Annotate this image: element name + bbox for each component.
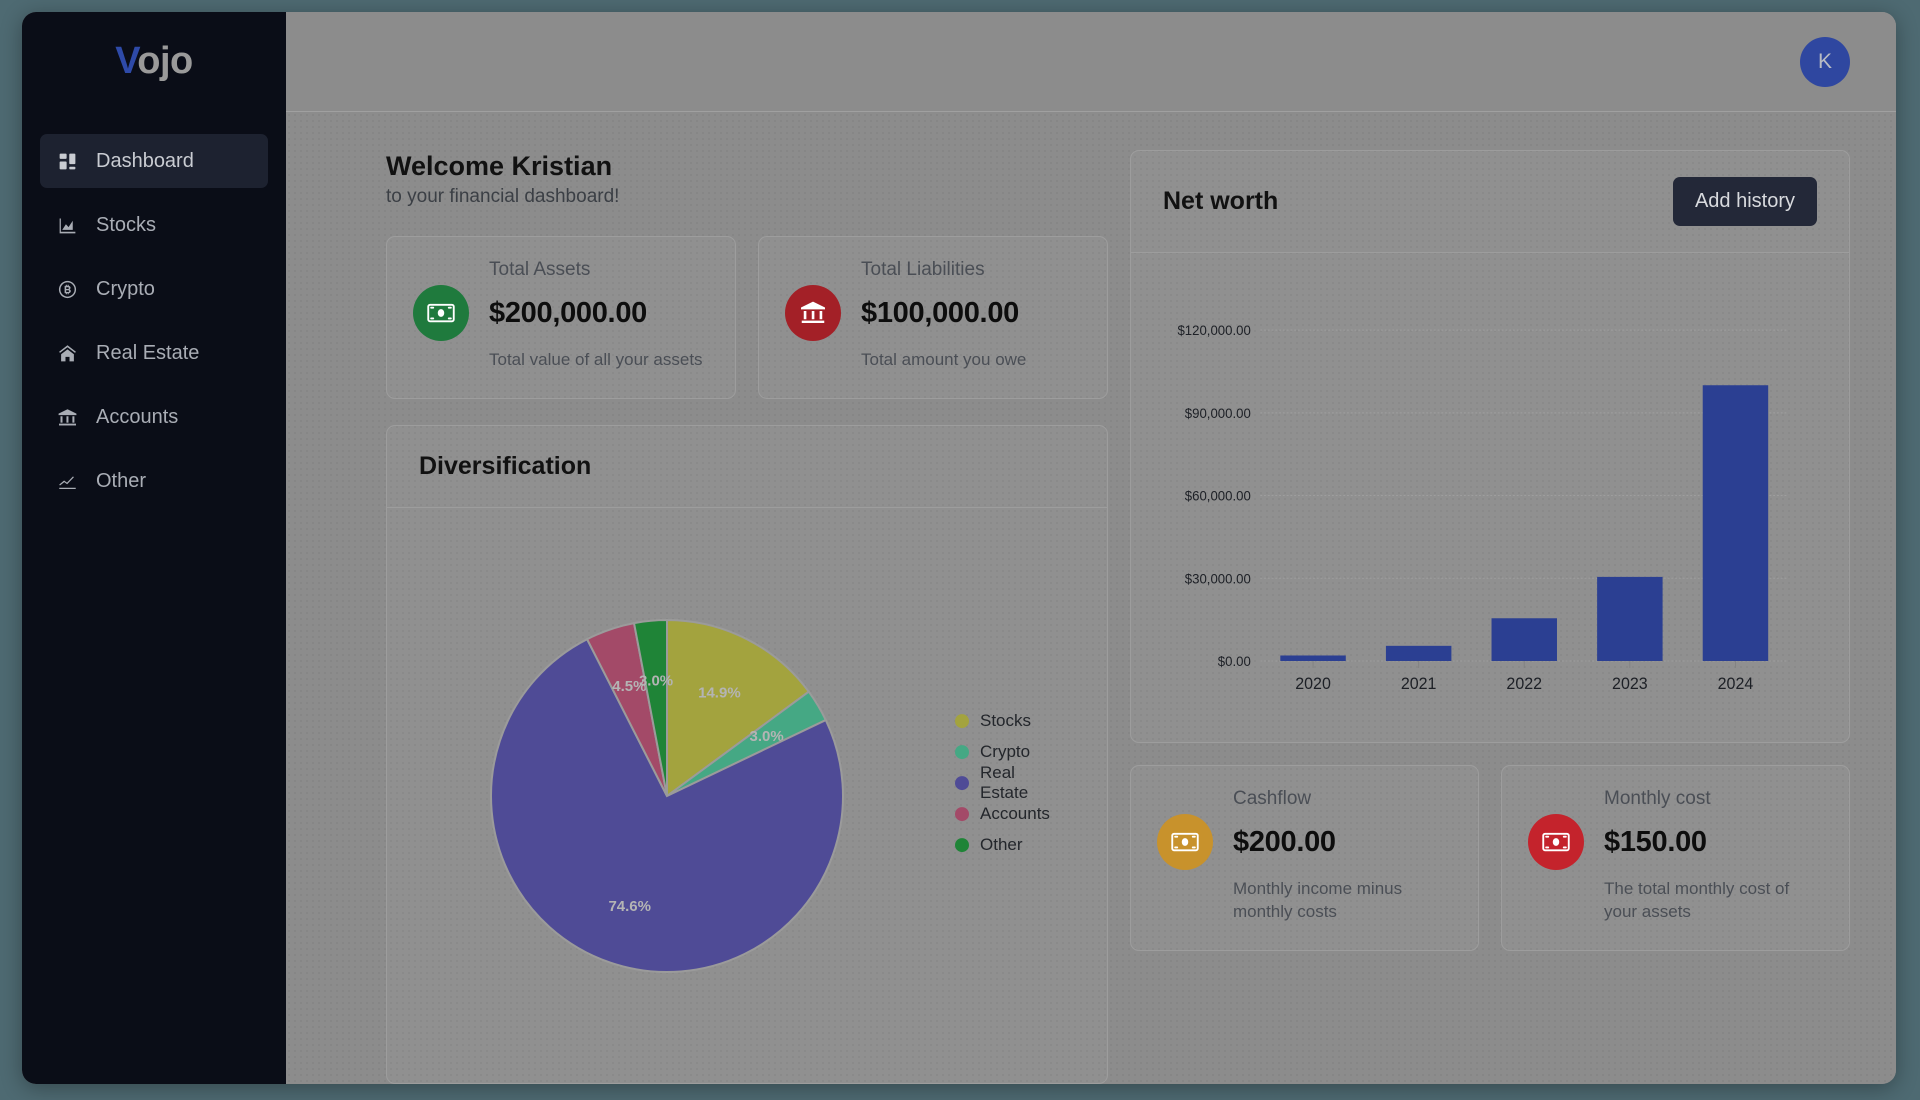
left-column: Welcome Kristian to your financial dashb…	[386, 150, 1108, 1084]
legend-swatch	[955, 714, 969, 729]
sidebar-nav: Dashboard Stocks Crypto Real Estate Accounts…	[22, 134, 286, 518]
sidebar-item-accounts[interactable]: Accounts	[40, 390, 268, 444]
y-axis-tick-label: $0.00	[1218, 654, 1251, 669]
money-icon	[1528, 814, 1584, 870]
stat-title: Monthly cost	[1604, 788, 1711, 809]
legend-label: Other	[980, 835, 1023, 855]
sidebar-item-label: Real Estate	[96, 341, 200, 364]
stat-value: $100,000.00	[861, 296, 1019, 329]
y-axis-tick-label: $30,000.00	[1185, 571, 1251, 586]
grid-icon	[56, 150, 78, 172]
home-icon	[56, 342, 78, 364]
legend-swatch	[955, 776, 969, 791]
page-title: Welcome Kristian	[386, 151, 613, 181]
sidebar-item-real-estate[interactable]: Real Estate	[40, 326, 268, 380]
app-logo: Vojo	[22, 42, 286, 112]
networth-card: Net worth Add history $0.00 $30,000.00 $60…	[1130, 150, 1850, 743]
money-icon	[413, 285, 469, 342]
pie-slice-label: 3.0%	[639, 672, 673, 689]
pie-chart: 14.9%3.0%74.6%4.5%3.0%	[490, 618, 844, 973]
avatar[interactable]: K	[1800, 36, 1850, 87]
stat-title: Cashflow	[1233, 788, 1312, 809]
sidebar-item-label: Crypto	[96, 277, 155, 300]
bottom-stat-row: Cashflow $200.00 Monthly income minus mont…	[1130, 765, 1850, 951]
area-chart-icon	[56, 214, 78, 236]
legend-item: Real Estate	[955, 763, 1050, 802]
main-region: K Welcome Kristian to your financial das…	[286, 12, 1896, 1084]
stat-value: $200.00	[1233, 825, 1336, 858]
x-axis-tick-label: 2023	[1612, 674, 1648, 694]
diversification-card: Diversification 14.9% 3.0% 74.6% 4.5% 3.0% S…	[386, 425, 1108, 1084]
pie-slice-label: 74.6%	[608, 898, 651, 915]
app-window: Vojo Dashboard Stocks Crypto Real Estate Acc…	[22, 12, 1896, 1084]
bar-chart: $0.00 $30,000.00 $60,000.00 $90,000.00 $120,…	[1177, 323, 1789, 694]
legend-item: Other	[955, 830, 1050, 861]
legend-label: Real Estate	[980, 763, 1029, 803]
stat-title: Total Liabilities	[861, 259, 985, 281]
bar[interactable]	[1280, 655, 1346, 661]
bar[interactable]	[1597, 576, 1663, 661]
sidebar: Vojo Dashboard Stocks Crypto Real Estate Acc…	[22, 12, 286, 1084]
bank-icon	[785, 285, 841, 342]
diversification-header: Diversification	[387, 426, 1107, 509]
logo-accent-letter: V	[115, 40, 138, 82]
legend-label: Crypto	[980, 742, 1031, 762]
sidebar-item-other[interactable]: Other	[40, 454, 268, 508]
stat-card-cashflow: Cashflow $200.00 Monthly income minus mont…	[1130, 765, 1479, 951]
top-bar: K	[286, 12, 1896, 112]
stat-card-total-assets: Total Assets $200,000.00 Total value of al…	[386, 236, 736, 400]
stat-card-monthly-cost: Monthly cost $150.00 The total monthly cos…	[1501, 765, 1850, 951]
networth-chart-area: $0.00 $30,000.00 $60,000.00 $90,000.00 $120,…	[1131, 253, 1849, 742]
sidebar-item-label: Stocks	[96, 213, 157, 236]
sidebar-item-label: Other	[96, 469, 147, 492]
legend-swatch	[955, 745, 969, 760]
bitcoin-icon	[56, 278, 78, 300]
legend-label: Accounts	[980, 804, 1050, 824]
legend-item: Stocks	[955, 706, 1050, 737]
money-icon	[1157, 814, 1213, 870]
diversification-chart: 14.9% 3.0% 74.6% 4.5% 3.0% Stocks Crypto Real …	[387, 508, 1107, 1083]
x-axis-tick-label: 2021	[1401, 674, 1437, 694]
legend-label: Stocks	[980, 711, 1032, 731]
bar[interactable]	[1491, 618, 1557, 661]
sidebar-item-crypto[interactable]: Crypto	[40, 262, 268, 316]
bar[interactable]	[1702, 385, 1769, 661]
x-axis-tick-label: 2022	[1506, 674, 1542, 694]
bank-icon	[56, 406, 78, 428]
dashboard-content: Welcome Kristian to your financial dashb…	[286, 112, 1896, 1084]
bar[interactable]	[1385, 645, 1452, 661]
pie-legend: Stocks Crypto Real Estate Accounts Other	[955, 706, 1050, 861]
networth-title: Net worth	[1163, 187, 1279, 215]
x-axis-tick-label: 2020	[1295, 674, 1331, 694]
y-axis-tick-label: $120,000.00	[1177, 323, 1251, 338]
page-subtitle: to your financial dashboard!	[386, 186, 620, 208]
stat-title: Total Assets	[489, 259, 591, 281]
sidebar-item-dashboard[interactable]: Dashboard	[40, 134, 268, 188]
legend-item: Accounts	[955, 799, 1050, 830]
sidebar-item-stocks[interactable]: Stocks	[40, 198, 268, 252]
stat-subtitle: Monthly income minus monthly costs	[1233, 879, 1403, 921]
legend-swatch	[955, 807, 969, 822]
stat-subtitle: The total monthly cost of your assets	[1604, 879, 1790, 921]
add-history-button[interactable]: Add history	[1672, 177, 1817, 226]
pie-slice-label: 14.9%	[698, 684, 741, 701]
stat-subtitle: Total amount you owe	[861, 350, 1027, 370]
stat-value: $200,000.00	[489, 296, 647, 329]
x-axis-tick-label: 2024	[1718, 674, 1754, 694]
stat-value: $150.00	[1604, 825, 1707, 858]
summary-stat-row: Total Assets $200,000.00 Total value of al…	[386, 236, 1108, 400]
diversification-title: Diversification	[419, 452, 592, 481]
welcome-block: Welcome Kristian to your financial dashb…	[386, 150, 1108, 208]
sidebar-item-label: Dashboard	[96, 149, 194, 172]
right-column: Net worth Add history $0.00 $30,000.00 $60…	[1130, 150, 1850, 1084]
line-chart-icon	[56, 470, 78, 492]
legend-swatch	[955, 838, 969, 853]
y-axis-tick-label: $60,000.00	[1185, 488, 1251, 503]
stat-card-total-liabilities: Total Liabilities $100,000.00 Total amount…	[758, 236, 1108, 400]
sidebar-item-label: Accounts	[96, 405, 179, 428]
networth-header: Net worth Add history	[1131, 151, 1849, 253]
y-axis-tick-label: $90,000.00	[1185, 405, 1251, 420]
logo-rest: ojo	[137, 40, 193, 82]
stat-subtitle: Total value of all your assets	[489, 350, 703, 370]
